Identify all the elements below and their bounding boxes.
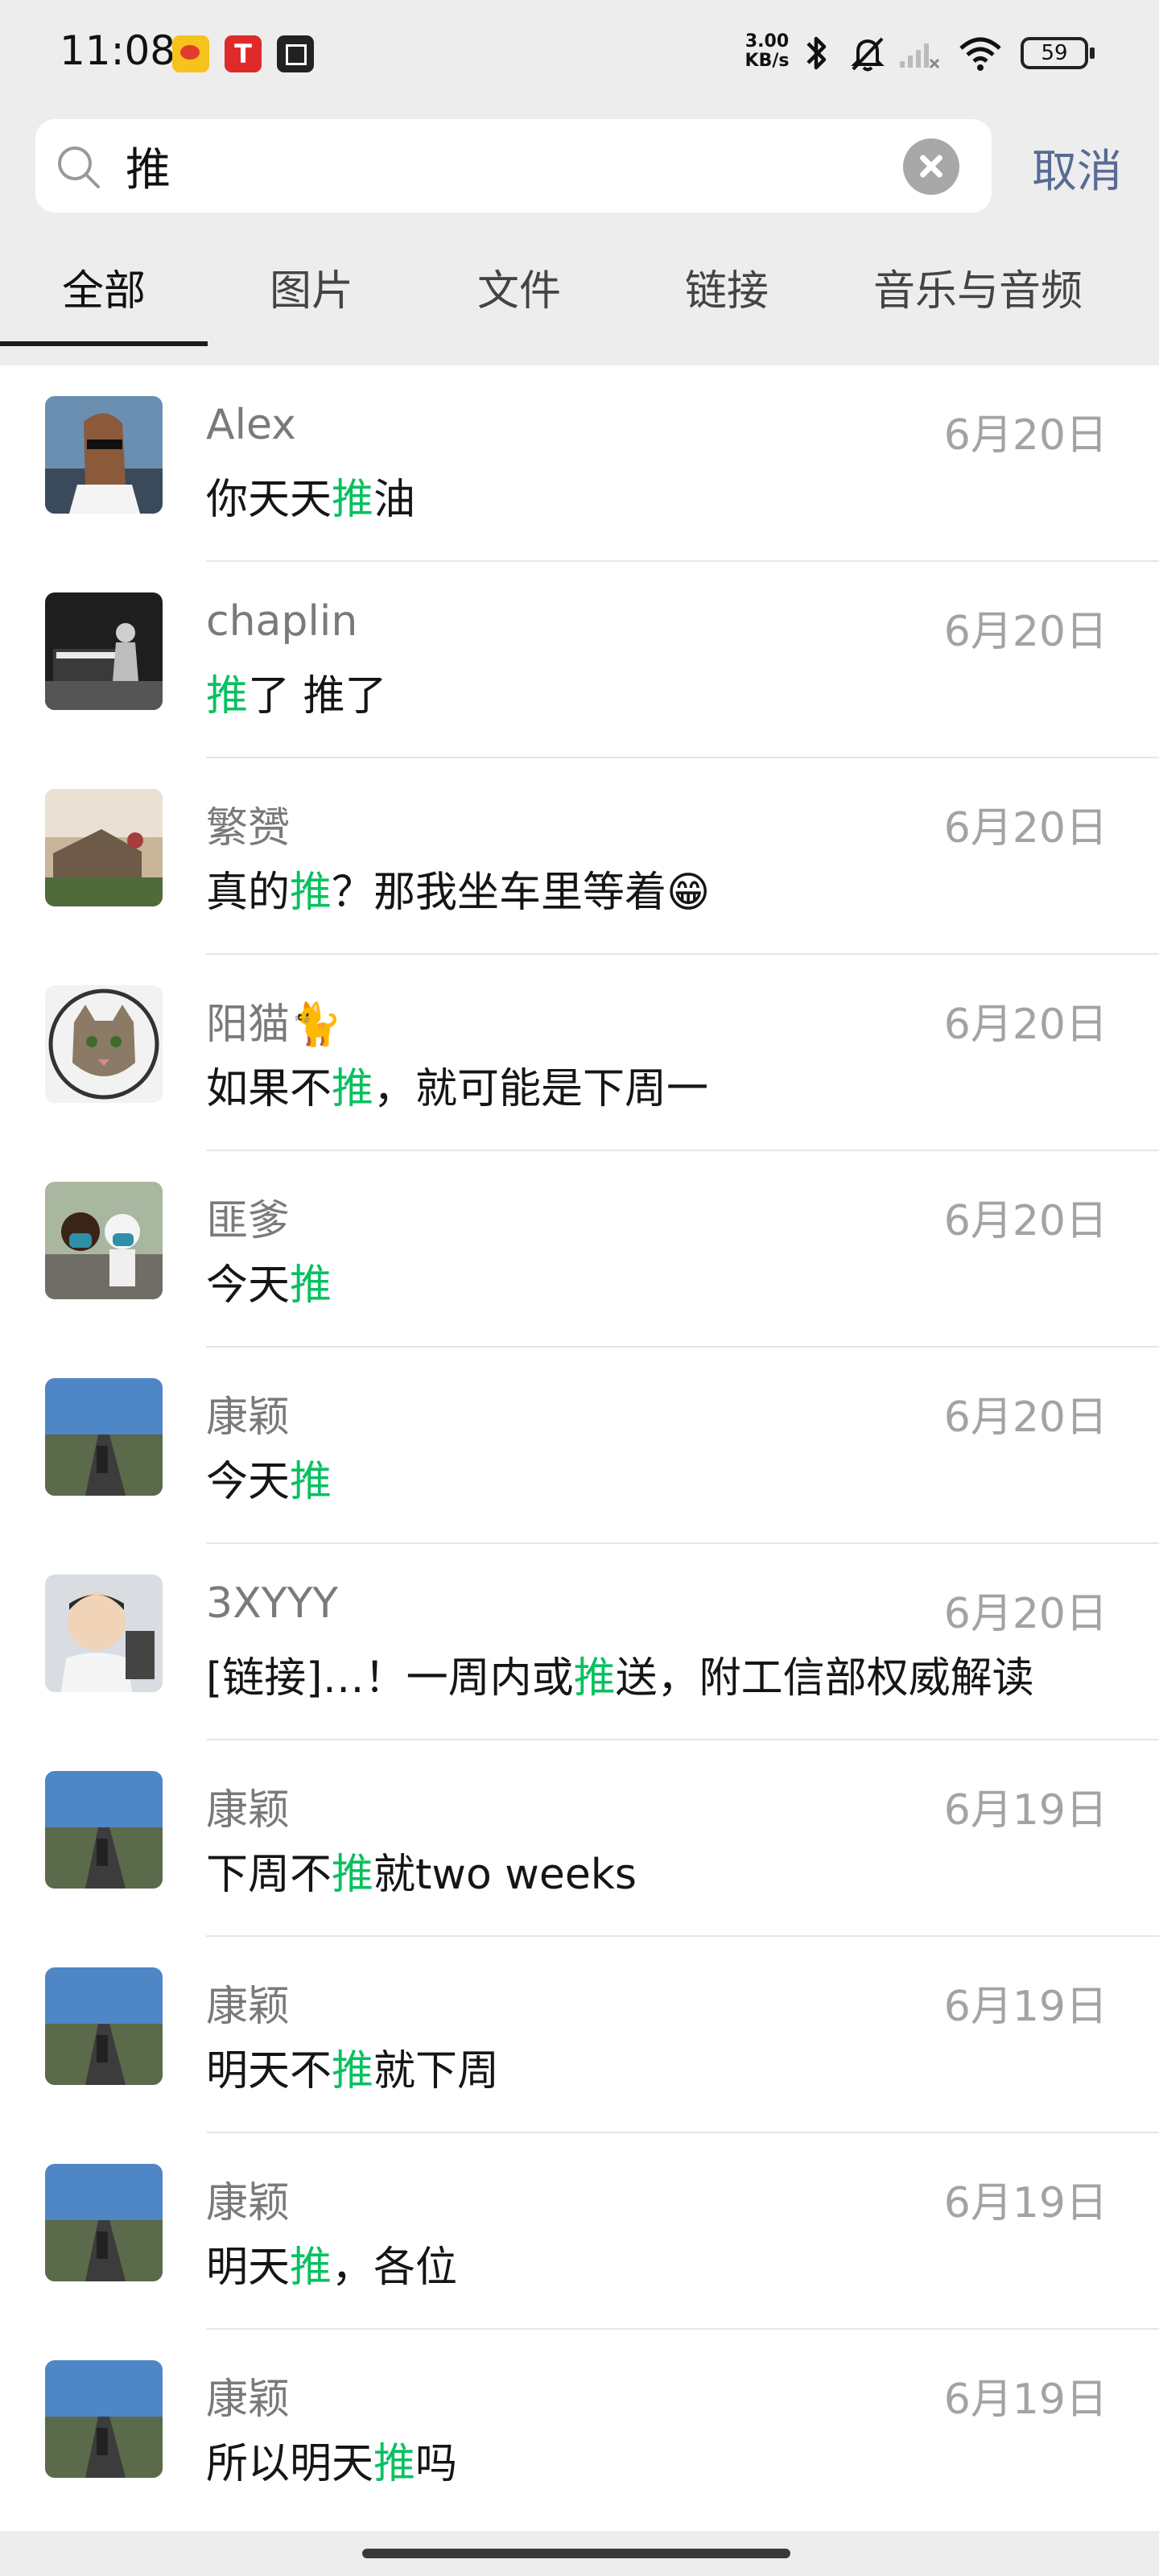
avatar [45,2164,163,2281]
search-match: 推 [332,1065,374,1113]
avatar [45,396,163,514]
contact-name: chaplin [206,597,358,646]
avatar [45,1967,163,2085]
search-icon [58,147,100,188]
message-date: 6月19日 [943,2376,1107,2424]
contact-name: 阳猫🐈 [206,1001,342,1049]
message-date: 6月20日 [943,1197,1107,1245]
result-row[interactable]: 康颖 6月20日 今天推 [0,1348,1159,1544]
status-bar: 11:08 3.00 KB/s 59 [0,0,1159,106]
message-snippet: 明天推，各位 [206,2244,458,2292]
message-date: 6月20日 [943,411,1107,460]
message-snippet: 真的推？那我坐车里等着😁 [206,869,711,917]
result-row[interactable]: 康颖 6月19日 明天推，各位 [0,2133,1159,2330]
tab-links[interactable]: 链接 [623,235,831,348]
search-match: 推 [332,2047,374,2095]
status-time: 11:08 [60,27,176,74]
network-speed: 3.00 KB/s [737,32,797,71]
signal-icon [900,43,940,69]
search-match: 推 [573,1654,616,1703]
result-row[interactable]: 阳猫🐈 6月20日 如果不推，就可能是下周一 [0,955,1159,1151]
avatar [45,985,163,1103]
message-snippet: 明天不推就下周 [206,2047,500,2095]
search-input[interactable] [126,140,850,192]
search-match: 推 [290,1458,332,1506]
mute-bell-icon [851,37,885,72]
message-date: 6月20日 [943,608,1107,656]
clear-search-button[interactable] [903,138,959,195]
search-match: 推 [290,2244,332,2292]
message-date: 6月20日 [943,1393,1107,1442]
message-snippet: 今天推 [206,1261,332,1310]
avatar [45,592,163,710]
result-row[interactable]: chaplin 6月20日 推了 推了 [0,562,1159,758]
message-date: 6月20日 [943,804,1107,852]
search-match: 推 [206,672,249,720]
message-date: 6月20日 [943,1001,1107,1049]
message-date: 6月19日 [943,1983,1107,2031]
contact-name: 康颖 [206,2376,291,2424]
bluetooth-icon [806,36,827,70]
search-match: 推 [373,2440,416,2488]
tab-all[interactable]: 全部 [0,235,208,348]
message-snippet: 所以明天推吗 [206,2440,458,2488]
home-indicator[interactable] [362,2549,790,2558]
search-results-list: Alex 6月20日 你天天推油 chaplin 6月20日 推了 推了 繁赟 … [0,365,1159,2531]
search-match: 推 [290,1261,332,1310]
message-snippet: 推了 推了 [206,672,387,720]
message-date: 6月20日 [943,1590,1107,1638]
tesla-app-icon [225,35,262,72]
result-row[interactable]: 康颖 6月19日 下周不推就two weeks [0,1740,1159,1937]
result-row[interactable]: 3XYYY 6月20日 [链接]…！一周内或推送，附工信部权威解读 [0,1544,1159,1740]
contact-name: 3XYYY [206,1579,338,1628]
result-row[interactable]: 康颖 6月19日 所以明天推吗 [0,2330,1159,2526]
message-snippet: [链接]…！一周内或推送，附工信部权威解读 [206,1654,1034,1703]
weibo-app-icon [172,35,209,72]
avatar [45,1771,163,1889]
search-match: 推 [332,1851,374,1899]
app-notification-icon [277,35,314,72]
avatar [45,1575,163,1692]
tab-images[interactable]: 图片 [208,235,415,348]
message-snippet: 下周不推就two weeks [206,1851,637,1899]
avatar [45,2360,163,2478]
search-match: 推 [290,869,332,917]
result-row[interactable]: 匪爹 6月20日 今天推 [0,1151,1159,1348]
result-row[interactable]: 繁赟 6月20日 真的推？那我坐车里等着😁 [0,758,1159,955]
message-snippet: 今天推 [206,1458,332,1506]
avatar [45,1378,163,1496]
avatar [45,1182,163,1299]
wifi-icon [959,37,1001,71]
contact-name: 康颖 [206,2179,291,2227]
search-match: 推 [332,476,374,524]
contact-name: 康颖 [206,1983,291,2031]
message-date: 6月19日 [943,2179,1107,2227]
message-snippet: 你天天推油 [206,476,416,524]
active-tab-indicator [0,341,208,346]
result-row[interactable]: Alex 6月20日 你天天推油 [0,365,1159,562]
network-speed-unit: KB/s [744,51,790,71]
filter-tabs: 全部 图片 文件 链接 音乐与音频 [0,235,1159,348]
result-row[interactable]: 康颖 6月19日 明天不推就下周 [0,1937,1159,2133]
contact-name: 康颖 [206,1786,291,1835]
avatar [45,789,163,906]
contact-name: Alex [206,401,296,449]
battery-indicator: 59 [1021,37,1095,69]
tab-files[interactable]: 文件 [415,235,623,348]
tab-music-audio[interactable]: 音乐与音频 [831,235,1125,348]
message-date: 6月19日 [943,1786,1107,1835]
contact-name: 繁赟 [206,804,291,852]
cancel-button[interactable]: 取消 [1021,135,1133,200]
search-box[interactable] [35,119,992,213]
message-snippet: 如果不推，就可能是下周一 [206,1065,709,1113]
contact-name: 康颖 [206,1393,291,1442]
network-speed-value: 3.00 [744,31,790,52]
contact-name: 匪爹 [206,1197,291,1245]
